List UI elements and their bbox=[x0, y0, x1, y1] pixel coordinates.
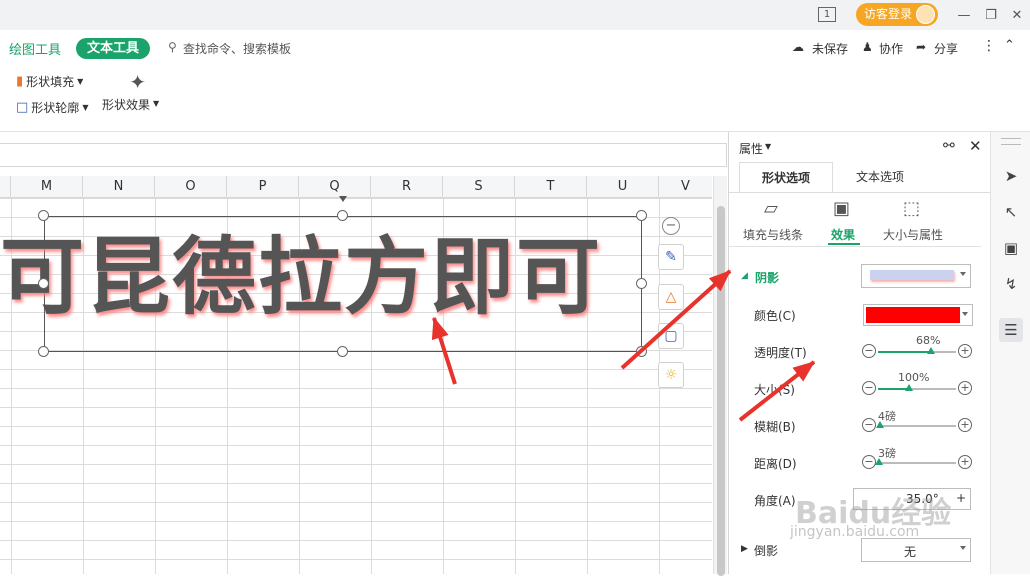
annotation-layer bbox=[431, 269, 816, 422]
annotation-arrow-shaft bbox=[620, 269, 732, 370]
annotation-arrow-head bbox=[431, 316, 449, 341]
